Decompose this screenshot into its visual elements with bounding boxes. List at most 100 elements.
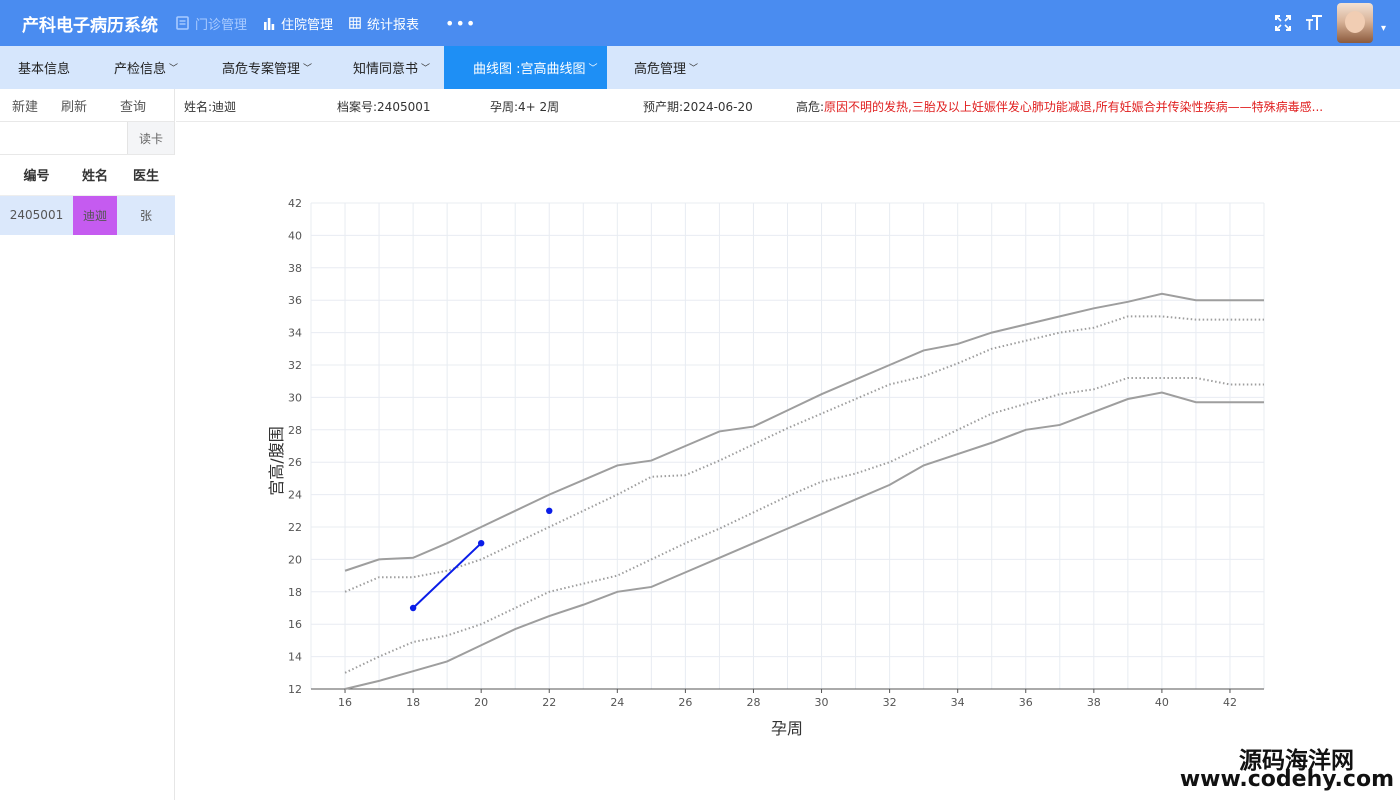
tab-consent-label: 知情同意书 — [353, 62, 419, 77]
x-tick-label: 24 — [610, 696, 624, 709]
read-card-button[interactable]: 读卡 — [127, 122, 174, 154]
top-bar: 产科电子病历系统 门诊管理 住院管理 统计报表 ••• ▾ — [0, 0, 1400, 46]
info-file-label: 档案号: — [337, 100, 378, 114]
fundal-height-chart-svg: 12 14 16 18 20 22 24 26 28 30 32 34 36 38 40 42 16 18 20 22… — [267, 197, 1265, 738]
x-tick-label: 32 — [883, 696, 897, 709]
tab-prenatal-check[interactable]: 产检信息 ﹀ — [94, 46, 202, 89]
y-tick-label: 16 — [288, 618, 302, 631]
y-tick-label: 28 — [288, 424, 302, 437]
tab-curve-chart[interactable]: 曲线图 :宫高曲线图 ﹀ — [444, 46, 607, 89]
x-tick-label: 42 — [1223, 696, 1237, 709]
chevron-down-icon: ﹀ — [588, 64, 598, 74]
user-avatar[interactable] — [1336, 3, 1373, 43]
y-tick-label: 40 — [288, 229, 302, 242]
fullscreen-icon[interactable] — [1274, 15, 1291, 31]
info-due-value: 2024-06-20 — [683, 100, 753, 114]
x-tick-label: 22 — [542, 696, 556, 709]
info-gestational-week: 孕周:4+ 2周 — [490, 98, 559, 115]
x-tick-label: 20 — [474, 696, 488, 709]
measurement-point — [546, 507, 553, 514]
top-nav: 门诊管理 住院管理 统计报表 ••• — [176, 0, 476, 46]
query-button[interactable]: 查询 — [120, 96, 146, 115]
info-week-value: 4+ 2周 — [518, 100, 560, 114]
more-menu-button[interactable]: ••• — [445, 14, 476, 33]
cell-id[interactable]: 2405001 — [0, 195, 73, 235]
y-tick-label: 30 — [288, 391, 302, 404]
tab-consent[interactable]: 知情同意书 ﹀ — [333, 46, 444, 89]
reference-curve-solid — [344, 292, 1264, 572]
chevron-down-icon[interactable]: ▾ — [1381, 23, 1386, 34]
refresh-button[interactable]: 刷新 — [61, 96, 87, 115]
table-row[interactable]: 2405001 迪迦 张 — [0, 195, 175, 235]
new-button[interactable]: 新建 — [12, 96, 38, 115]
x-tick-label: 18 — [406, 696, 420, 709]
tab-curve-chart-label: 曲线图 :宫高曲线图 — [473, 62, 586, 77]
app-title: 产科电子病历系统 — [22, 16, 158, 36]
tab-high-risk-case-label: 高危专案管理 — [222, 62, 301, 77]
x-axis-label: 孕周 — [771, 719, 803, 738]
x-tick-label: 30 — [815, 696, 829, 709]
tab-basic-info[interactable]: 基本信息 — [0, 46, 94, 89]
info-name: 姓名:迪迦 — [184, 98, 236, 115]
chart-axes: 12 14 16 18 20 22 24 26 28 30 32 34 36 38 40 42 16 18 20 22… — [288, 197, 1264, 709]
info-name-value: 迪迦 — [212, 100, 237, 114]
y-tick-label: 32 — [288, 359, 302, 372]
y-tick-label: 20 — [288, 553, 302, 566]
info-risk-value: 原因不明的发热,三胎及以上妊娠伴发心肺功能减退,所有妊娠合并传染性疾病——特殊病… — [824, 100, 1324, 114]
topnav-inpatient-label: 住院管理 — [281, 17, 334, 33]
font-size-icon[interactable] — [1305, 15, 1323, 31]
patient-table: 编号 姓名 医生 2405001 迪迦 张 — [0, 155, 175, 235]
x-tick-label: 40 — [1155, 696, 1169, 709]
patient-search-input[interactable] — [0, 122, 127, 154]
record-tab-bar: 基本信息 产检信息 ﹀ 高危专案管理 ﹀ 知情同意书 ﹀ 曲线图 :宫高曲线图 ﹀ 高危… — [0, 46, 1400, 89]
x-tick-label: 36 — [1019, 696, 1033, 709]
topnav-inpatient[interactable]: 住院管理 — [263, 14, 333, 33]
y-tick-label: 26 — [288, 456, 302, 469]
info-file-no: 档案号:2405001 — [337, 98, 431, 115]
info-file-value: 2405001 — [377, 100, 431, 114]
reference-curve-dotted — [344, 315, 1264, 593]
topnav-outpatient[interactable]: 门诊管理 — [176, 14, 247, 33]
column-header-id: 编号 — [0, 155, 73, 196]
x-tick-label: 28 — [746, 696, 760, 709]
y-tick-label: 14 — [288, 651, 302, 664]
measurement-point — [477, 540, 485, 547]
y-tick-label: 42 — [288, 197, 302, 210]
tab-basic-info-label: 基本信息 — [18, 62, 71, 77]
tab-high-risk-mgmt[interactable]: 高危管理 ﹀ — [607, 46, 727, 89]
tab-high-risk-case[interactable]: 高危专案管理 ﹀ — [202, 46, 333, 89]
chart-series — [344, 292, 1264, 690]
x-tick-label: 26 — [678, 696, 692, 709]
chevron-down-icon: ﹀ — [169, 64, 179, 74]
cell-name[interactable]: 迪迦 — [73, 195, 117, 235]
fundal-height-chart: 12 14 16 18 20 22 24 26 28 30 32 34 36 38 40 42 16 18 20 22… — [176, 122, 1400, 800]
patient-list-panel: 新建 刷新 查询 读卡 编号 姓名 医生 2405001 迪迦 张 — [0, 89, 175, 800]
chevron-down-icon: ﹀ — [421, 64, 431, 74]
tab-prenatal-check-label: 产检信息 — [114, 62, 167, 77]
x-tick-label: 34 — [951, 696, 965, 709]
y-tick-label: 12 — [288, 683, 302, 696]
y-tick-label: 22 — [288, 521, 302, 534]
table-icon — [349, 17, 361, 29]
bar-chart-icon — [264, 17, 275, 30]
x-tick-label: 38 — [1087, 696, 1101, 709]
y-tick-label: 18 — [288, 586, 302, 599]
info-due-date: 预产期:2024-06-20 — [643, 98, 753, 115]
info-week-label: 孕周: — [490, 100, 519, 114]
topnav-outpatient-label: 门诊管理 — [195, 17, 248, 33]
info-due-label: 预产期: — [643, 100, 684, 114]
chevron-down-icon: ﹀ — [303, 64, 313, 74]
y-tick-label: 38 — [288, 262, 302, 275]
y-axis-label: 宫高/腹围 — [267, 426, 286, 495]
y-tick-label: 24 — [288, 489, 302, 502]
info-name-label: 姓名: — [184, 100, 213, 114]
watermark-url: www.codehy.com — [1179, 767, 1394, 792]
tab-high-risk-mgmt-label: 高危管理 — [634, 62, 687, 77]
chart-grid — [310, 202, 1265, 690]
topnav-reports[interactable]: 统计报表 — [349, 14, 419, 33]
cell-doctor[interactable]: 张 — [117, 195, 175, 235]
topnav-reports-label: 统计报表 — [367, 17, 420, 33]
top-right-tools: ▾ — [1274, 0, 1386, 46]
y-tick-label: 36 — [288, 294, 302, 307]
y-tick-label: 34 — [288, 327, 302, 340]
